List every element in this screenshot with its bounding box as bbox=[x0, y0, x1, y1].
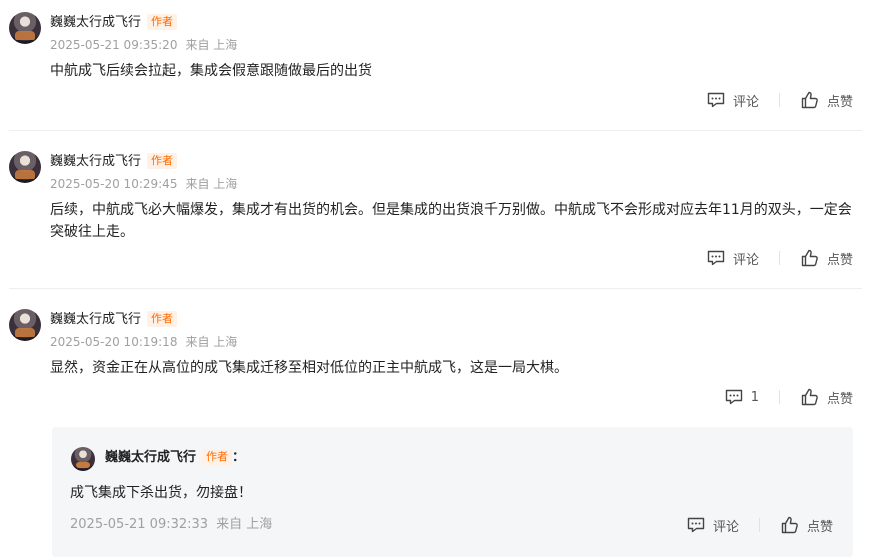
comment-button[interactable]: 评论 bbox=[686, 515, 739, 535]
comment-text: 中航成飞后续会拉起，集成会假意跟随做最后的出货 bbox=[50, 63, 372, 79]
like-button[interactable]: 点赞 bbox=[800, 248, 853, 268]
comment-text: 显然，资金正在从高位的成飞集成迁移至相对低位的正主中航成飞，这是一局大棋。 bbox=[50, 360, 568, 376]
timestamp: 2025-05-20 10:29:45 bbox=[50, 177, 178, 191]
comment-actions: 评论 点赞 bbox=[706, 89, 853, 111]
comment-label: 评论 bbox=[732, 94, 759, 110]
location: 来自 上海 bbox=[185, 335, 238, 349]
action-separator bbox=[778, 251, 780, 265]
reply-thread: 巍巍太行成飞行 作者： 成飞集成下杀出货，勿接盘！ 2025-05-21 09:3… bbox=[52, 427, 853, 557]
comment-actions: 评论 点赞 bbox=[706, 247, 853, 269]
comment-text: 后续，中航成飞必大幅爆发，集成才有出货的机会。但是集成的出货浪千万别做。中航成飞… bbox=[50, 202, 852, 240]
avatar[interactable] bbox=[9, 309, 41, 341]
comment-icon bbox=[725, 389, 742, 405]
location: 来自 上海 bbox=[185, 177, 238, 191]
thumbs-up-icon bbox=[801, 91, 818, 109]
avatar[interactable] bbox=[9, 12, 41, 44]
comment-icon bbox=[707, 92, 725, 108]
divider bbox=[9, 288, 862, 289]
author-badge: 作者 bbox=[147, 311, 178, 327]
comment-label: 评论 bbox=[712, 519, 739, 535]
author-name[interactable]: 巍巍太行成飞行 作者 bbox=[50, 150, 178, 169]
thumbs-up-icon bbox=[801, 388, 818, 406]
like-label: 点赞 bbox=[826, 252, 853, 268]
comment-button[interactable]: 评论 bbox=[706, 248, 759, 268]
comment-icon bbox=[687, 517, 705, 533]
reply-actions: 评论 点赞 bbox=[686, 514, 833, 536]
like-button[interactable]: 点赞 bbox=[800, 90, 853, 110]
comment-meta: 2025-05-21 09:35:20 来自 上海 bbox=[50, 36, 237, 53]
reply-author-name[interactable]: 巍巍太行成飞行 bbox=[105, 450, 196, 465]
comment-actions: 1 点赞 bbox=[724, 386, 853, 408]
timestamp: 2025-05-20 10:19:18 bbox=[50, 335, 178, 349]
author-badge: 作者 bbox=[147, 153, 178, 169]
author-badge: 作者 bbox=[147, 14, 178, 30]
comment-button[interactable]: 评论 bbox=[706, 90, 759, 110]
timestamp: 2025-05-21 09:32:33 bbox=[70, 517, 209, 532]
action-separator bbox=[758, 518, 760, 532]
comment-button[interactable]: 1 bbox=[724, 387, 759, 407]
comment-icon bbox=[707, 250, 725, 266]
thumbs-up-icon bbox=[781, 516, 798, 534]
comment-label: 评论 bbox=[732, 252, 759, 268]
reply-colon: ： bbox=[232, 450, 246, 465]
author-name[interactable]: 巍巍太行成飞行 作者 bbox=[50, 11, 178, 30]
comment-count: 1 bbox=[750, 389, 759, 405]
action-separator bbox=[778, 390, 780, 404]
location: 来自 上海 bbox=[216, 517, 273, 532]
location: 来自 上海 bbox=[185, 38, 238, 52]
thumbs-up-icon bbox=[801, 249, 818, 267]
like-label: 点赞 bbox=[826, 94, 853, 110]
action-separator bbox=[778, 93, 780, 107]
comment-meta: 2025-05-20 10:19:18 来自 上海 bbox=[50, 333, 237, 350]
like-label: 点赞 bbox=[826, 391, 853, 407]
author-name-text[interactable]: 巍巍太行成飞行 bbox=[50, 15, 141, 30]
author-name-text[interactable]: 巍巍太行成飞行 bbox=[50, 154, 141, 169]
author-name-text[interactable]: 巍巍太行成飞行 bbox=[50, 312, 141, 327]
author-badge: 作者 bbox=[202, 449, 233, 465]
like-button[interactable]: 点赞 bbox=[800, 387, 853, 407]
reply-avatar[interactable] bbox=[71, 447, 95, 471]
like-button[interactable]: 点赞 bbox=[780, 515, 833, 535]
reply-meta: 2025-05-21 09:32:33 来自 上海 bbox=[70, 514, 272, 536]
divider bbox=[9, 130, 862, 131]
like-label: 点赞 bbox=[806, 519, 833, 535]
reply-author[interactable]: 巍巍太行成飞行 作者： bbox=[105, 447, 245, 469]
avatar[interactable] bbox=[9, 151, 41, 183]
author-name[interactable]: 巍巍太行成飞行 作者 bbox=[50, 308, 178, 327]
comment-meta: 2025-05-20 10:29:45 来自 上海 bbox=[50, 175, 237, 192]
timestamp: 2025-05-21 09:35:20 bbox=[50, 38, 178, 52]
reply-text: 成飞集成下杀出货，勿接盘！ bbox=[70, 485, 252, 501]
